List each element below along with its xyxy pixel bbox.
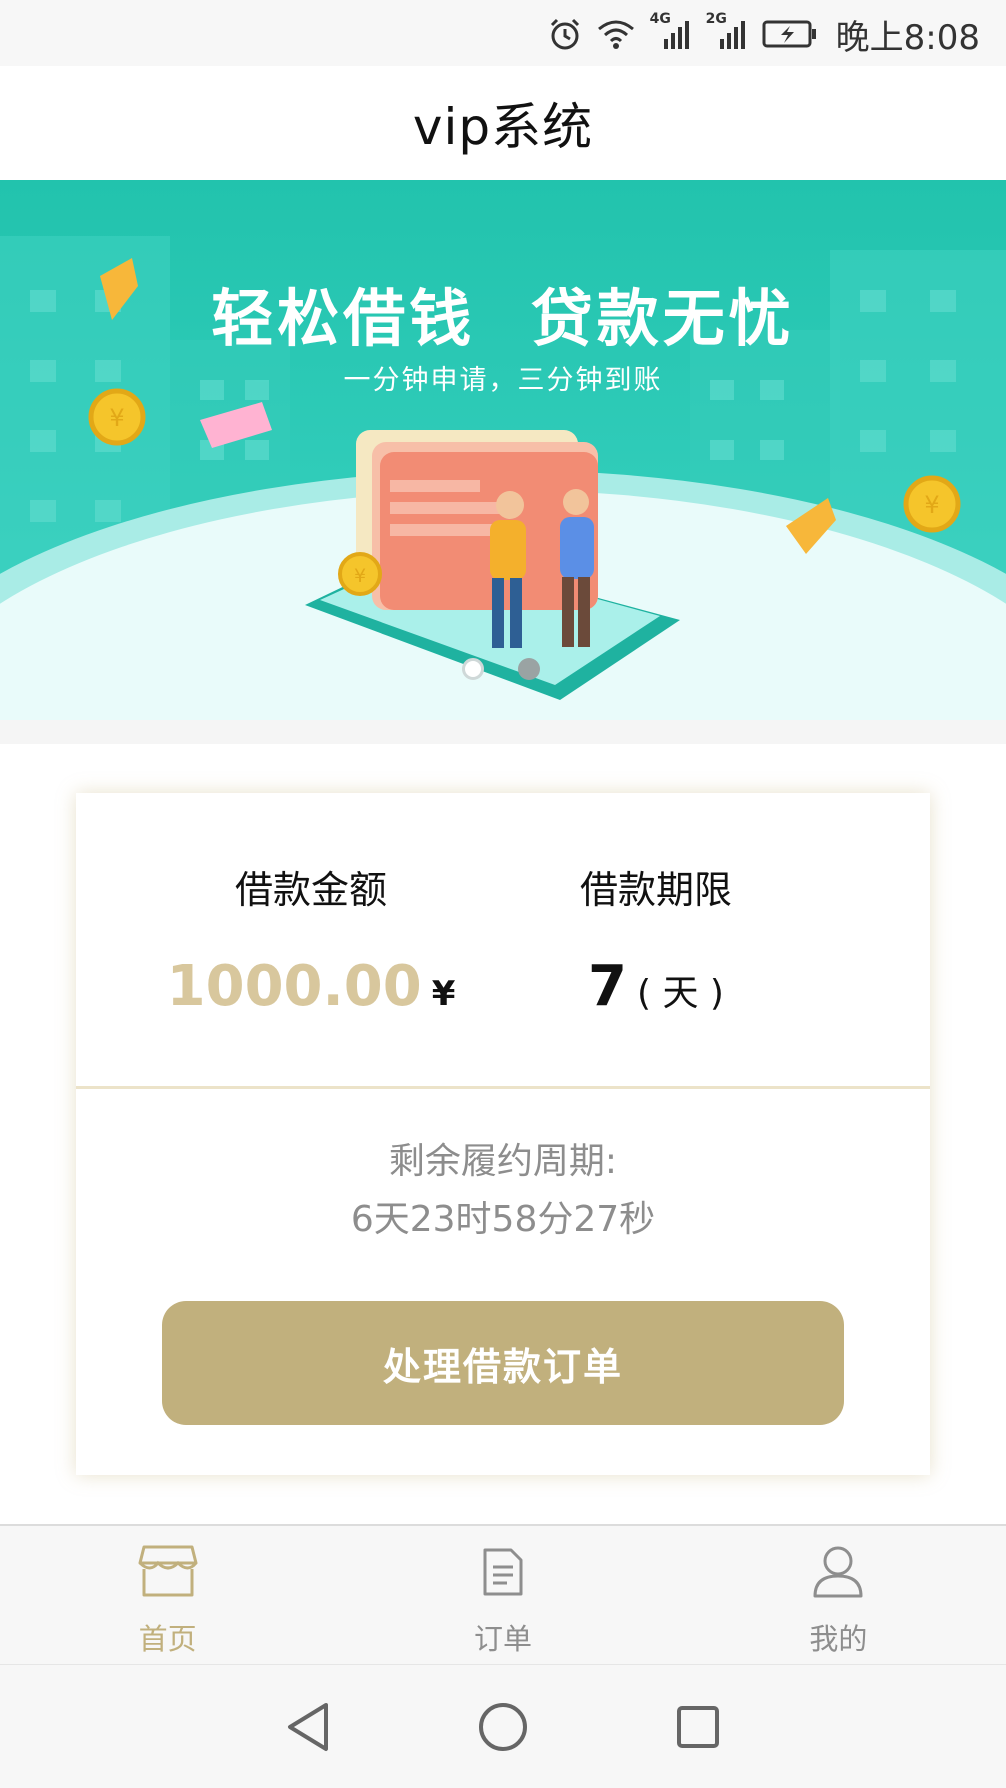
tab-profile-label: 我的 (809, 1622, 868, 1656)
network-type-1: 4G (649, 11, 671, 27)
banner-subtitle: 一分钟申请，三分钟到账 (343, 365, 663, 396)
loan-term-block: 借款期限 7 ( 天 ) (531, 859, 781, 1019)
header: vip系统 (0, 66, 1006, 180)
loan-amount-value: 1000.00 (166, 954, 422, 1019)
bottom-tab-bar: 首页 订单 我的 (0, 1524, 1006, 1664)
loan-amount-block: 借款金额 1000.00 ¥ (167, 859, 456, 1019)
nav-back-button[interactable] (272, 1691, 344, 1763)
svg-text:¥: ¥ (354, 565, 366, 587)
system-nav-bar (0, 1664, 1006, 1788)
recents-square-icon (677, 1705, 720, 1748)
process-loan-order-button[interactable]: 处理借款订单 (162, 1301, 844, 1425)
carousel-dot-2[interactable] (518, 658, 540, 680)
card-divider (76, 1086, 930, 1089)
loan-amount-unit: ¥ (431, 974, 456, 1014)
banner-gap (0, 720, 1006, 744)
status-bar: 4G 2G 晚上8:08 (0, 0, 1006, 66)
tab-home[interactable]: 首页 (0, 1526, 335, 1664)
loan-term-row: 7 ( 天 ) (531, 954, 781, 1019)
banner-illustration: ¥ ¥ ¥ (0, 180, 1006, 720)
carousel-dots (462, 658, 540, 680)
network-type-2: 2G (705, 11, 727, 27)
battery-icon (762, 19, 818, 49)
back-triangle-icon (287, 1702, 328, 1751)
banner-title: 轻松借钱 贷款无忧 (211, 282, 795, 355)
loan-term-unit: ( 天 ) (636, 973, 724, 1014)
loan-card: 借款金额 1000.00 ¥ 借款期限 7 ( 天 ) 剩余履约周期: 6天23… (76, 793, 930, 1475)
alarm-icon (548, 17, 582, 51)
svg-text:¥: ¥ (109, 404, 124, 432)
svg-text:¥: ¥ (924, 491, 939, 519)
status-time: 晚上8:08 (835, 17, 980, 58)
loan-amount-label: 借款金额 (234, 868, 387, 912)
remaining-period: 剩余履约周期: 6天23时58分27秒 (76, 1133, 930, 1249)
banner-carousel[interactable]: ¥ ¥ ¥ 轻松借钱 贷款无忧 一分钟申请，三分钟到账 (0, 180, 1006, 720)
user-icon (803, 1540, 873, 1604)
tab-orders[interactable]: 订单 (335, 1526, 670, 1664)
home-shop-icon (133, 1540, 203, 1604)
signal-icon-1: 4G (650, 11, 692, 51)
tab-profile[interactable]: 我的 (671, 1526, 1006, 1664)
carousel-dot-1[interactable] (462, 658, 484, 680)
loan-term-value: 7 (588, 954, 627, 1019)
home-circle-icon (478, 1702, 527, 1751)
status-icons: 4G 2G 晚上8:08 (548, 11, 980, 58)
loan-amount-row: 1000.00 ¥ (167, 954, 456, 1019)
wifi-icon (596, 17, 636, 51)
remaining-period-countdown: 6天23时58分27秒 (350, 1199, 656, 1240)
nav-recents-button[interactable] (662, 1691, 734, 1763)
loan-term-label: 借款期限 (579, 868, 732, 912)
page-title: vip系统 (412, 98, 594, 156)
nav-home-button[interactable] (467, 1691, 539, 1763)
tab-orders-label: 订单 (473, 1622, 532, 1656)
tab-home-label: 首页 (138, 1622, 197, 1656)
document-icon (468, 1540, 538, 1604)
signal-icon-2: 2G (706, 11, 748, 51)
remaining-period-label: 剩余履约周期: (388, 1141, 618, 1182)
